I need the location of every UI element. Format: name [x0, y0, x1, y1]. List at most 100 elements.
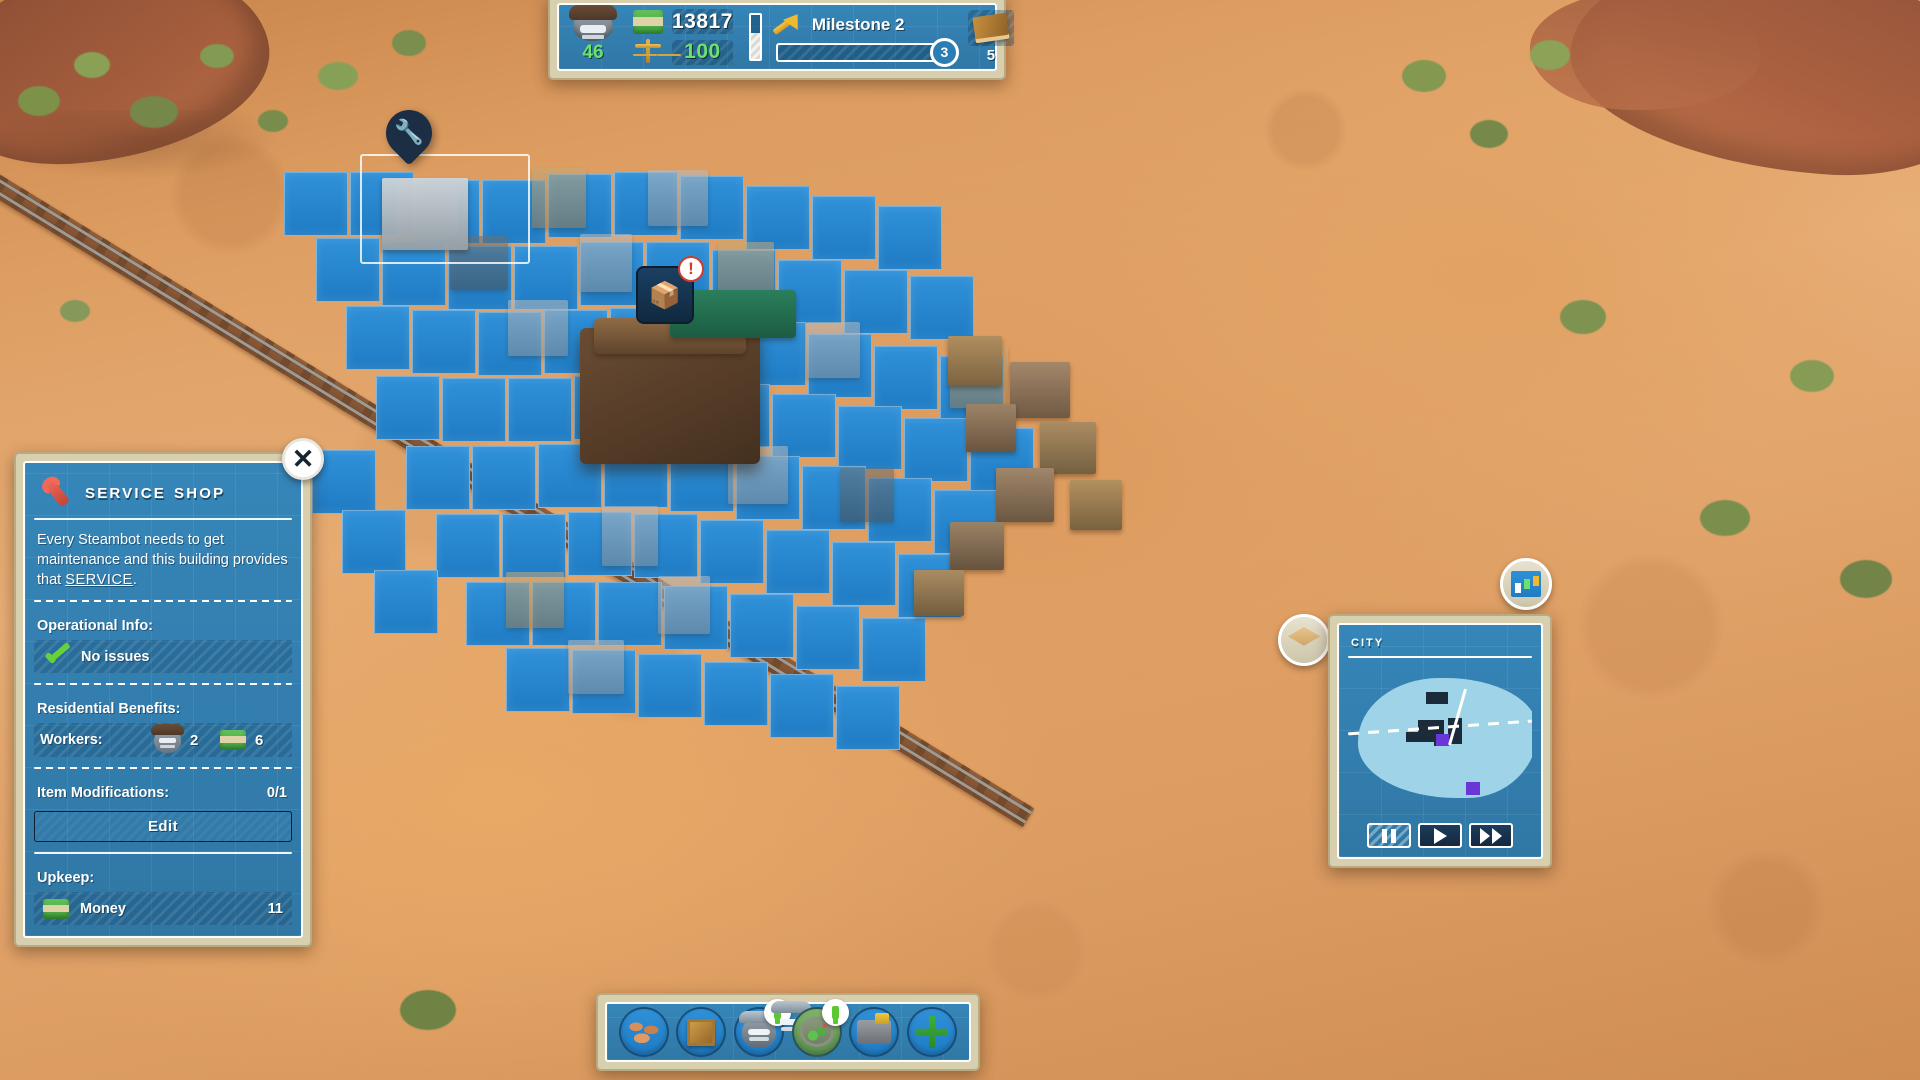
- build-plot[interactable]: [406, 446, 470, 510]
- town-building[interactable]: [1040, 422, 1096, 474]
- vehicle-icon: [857, 1013, 892, 1044]
- close-icon[interactable]: ✕: [282, 438, 324, 480]
- population-value: 46: [582, 42, 604, 63]
- structure[interactable]: [840, 468, 894, 522]
- town-building[interactable]: [966, 404, 1016, 452]
- structure[interactable]: [568, 640, 624, 694]
- green-check-icon: [43, 647, 70, 667]
- toolbar-item-nature[interactable]: [791, 999, 849, 1057]
- build-plot[interactable]: [904, 418, 968, 482]
- economy-group[interactable]: 13817 100: [623, 9, 743, 65]
- toolbar-item-terrain[interactable]: [618, 1007, 669, 1057]
- build-plot[interactable]: [508, 378, 572, 442]
- vegetation-cluster: [18, 86, 60, 116]
- structure[interactable]: [602, 506, 658, 566]
- town-building[interactable]: [996, 468, 1054, 522]
- vegetation-cluster: [400, 990, 456, 1030]
- toolbar-item-storage[interactable]: [676, 1007, 727, 1057]
- build-plot[interactable]: [832, 542, 896, 606]
- structure[interactable]: [658, 576, 710, 634]
- alert-badge: [821, 999, 849, 1026]
- minimap-canvas[interactable]: [1348, 664, 1532, 815]
- service-shop-pin[interactable]: 🔧: [376, 100, 442, 166]
- city-build-grid[interactable]: 🔧 📦 !: [250, 100, 1310, 810]
- operational-status-row: No issues: [34, 640, 292, 673]
- build-plot[interactable]: [700, 520, 764, 584]
- town-building[interactable]: [950, 522, 1004, 570]
- build-plot[interactable]: [812, 196, 876, 260]
- building-info-panel: Service Shop Every Steambot needs to get…: [14, 438, 324, 947]
- build-plot[interactable]: [766, 530, 830, 594]
- workers-count-pair: 2: [151, 723, 220, 753]
- edit-button[interactable]: Edit: [34, 811, 292, 842]
- town-building[interactable]: [1070, 480, 1122, 530]
- construction-building[interactable]: [382, 178, 468, 250]
- fast-forward-icon: [1480, 827, 1502, 844]
- milestone-panel[interactable]: Milestone 2 3: [768, 10, 959, 67]
- structure[interactable]: [580, 234, 632, 292]
- structure[interactable]: [508, 300, 568, 356]
- service-link[interactable]: SERVICE: [65, 572, 133, 588]
- toolbar-item-move[interactable]: [907, 1007, 958, 1057]
- build-plot[interactable]: [838, 406, 902, 470]
- crate-icon: 📦: [648, 279, 682, 310]
- move-cross-icon: [916, 1016, 949, 1048]
- milestone-header: Milestone 2: [776, 13, 905, 37]
- build-plot[interactable]: [770, 674, 834, 738]
- structure[interactable]: [806, 322, 860, 378]
- build-plot[interactable]: [376, 376, 440, 440]
- build-plot[interactable]: [412, 310, 476, 374]
- vegetation-cluster: [258, 110, 288, 132]
- divider: [34, 683, 292, 685]
- play-button[interactable]: [1418, 823, 1462, 848]
- build-plot[interactable]: [342, 510, 406, 574]
- town-building[interactable]: [914, 570, 964, 616]
- structure[interactable]: [648, 170, 708, 226]
- build-plot[interactable]: [506, 648, 570, 712]
- toolbar-item-steambot[interactable]: [734, 999, 812, 1057]
- build-plot[interactable]: [502, 514, 566, 578]
- build-plot[interactable]: [746, 186, 810, 250]
- build-plot[interactable]: [598, 582, 662, 646]
- research-tile: [967, 10, 1014, 46]
- build-plot[interactable]: [436, 514, 500, 578]
- toolbar-item-vehicle[interactable]: [849, 1007, 900, 1057]
- build-plot[interactable]: [796, 606, 860, 670]
- research-counter[interactable]: 5: [958, 10, 1024, 64]
- build-plot[interactable]: [704, 662, 768, 726]
- build-plot[interactable]: [878, 206, 942, 270]
- statistics-button[interactable]: [1500, 558, 1552, 610]
- vegetation-cluster: [60, 300, 90, 322]
- vegetation-cluster: [1790, 360, 1834, 392]
- book-icon: [972, 12, 1010, 44]
- population-counter[interactable]: 46: [563, 5, 623, 64]
- build-plot[interactable]: [638, 654, 702, 718]
- build-plot[interactable]: [874, 346, 938, 410]
- build-plot[interactable]: [472, 446, 536, 510]
- delivery-button[interactable]: [1278, 614, 1330, 666]
- build-plot[interactable]: [346, 306, 410, 370]
- build-plot[interactable]: [910, 276, 974, 340]
- town-building[interactable]: [948, 336, 1002, 386]
- vegetation-cluster: [1840, 560, 1892, 598]
- build-plot[interactable]: [374, 570, 438, 634]
- residential-benefits-label: Residential Benefits:: [37, 701, 181, 717]
- build-plot[interactable]: [442, 378, 506, 442]
- vegetation-cluster: [318, 62, 358, 90]
- divider: [34, 518, 292, 520]
- build-plot[interactable]: [284, 172, 348, 236]
- fast-forward-button[interactable]: [1469, 823, 1513, 848]
- build-plot[interactable]: [730, 594, 794, 658]
- page-title: Service Shop: [85, 480, 226, 503]
- town-building[interactable]: [1010, 362, 1070, 418]
- build-plot[interactable]: [836, 686, 900, 750]
- structure[interactable]: [506, 572, 564, 628]
- minimap-block: [1406, 732, 1418, 742]
- structure[interactable]: [532, 168, 586, 228]
- balance-gauge-cell: [743, 10, 768, 64]
- pause-button[interactable]: [1367, 823, 1411, 848]
- build-plot[interactable]: [862, 618, 926, 682]
- structure[interactable]: [718, 242, 774, 294]
- balance-gauge: [748, 13, 762, 61]
- warehouse-alert-marker[interactable]: 📦 !: [636, 256, 704, 324]
